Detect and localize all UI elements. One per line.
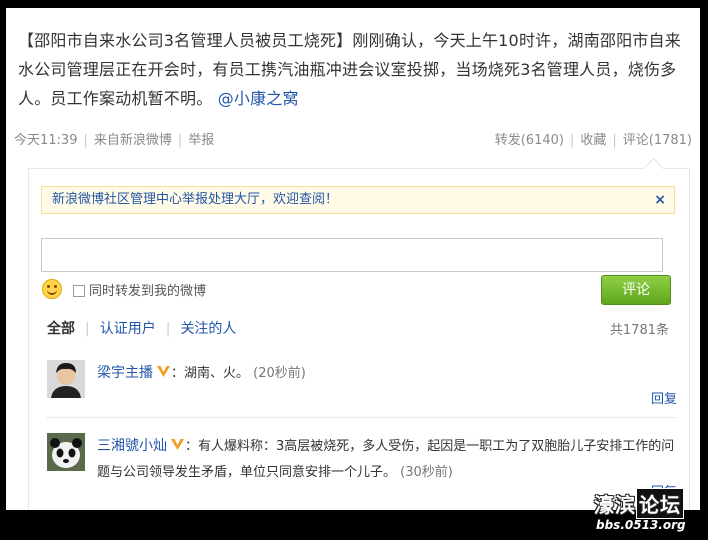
repost-checkbox-label[interactable]: 同时转发到我的微博 [89,280,206,299]
post-meta: 今天11:39 | 来自新浪微博 | 举报 转发(6140) | 收藏 | 评论(1781) [14,129,692,151]
submit-comment-button[interactable]: 评论 [601,275,671,305]
vip-badge-icon[interactable] [170,437,185,452]
avatar[interactable] [47,433,85,471]
forum-watermark: 濠滨 论坛 bbs.0513.org [594,488,702,540]
comment-user[interactable]: 三湘號小灿 [97,438,167,454]
tab-following[interactable]: 关注的人 [180,318,236,338]
comment-panel: 新浪微博社区管理中心举报处理大厅，欢迎查阅！ × 同时转发到我的微博 评论 全部… [28,157,690,510]
report-link[interactable]: 举报 [188,129,214,148]
tab-verified[interactable]: 认证用户 [100,318,156,338]
comment-input[interactable] [41,238,663,272]
watermark-name-b: 论坛 [636,488,684,519]
comment-filter-tabs: 全部 | 认证用户 | 关注的人 [47,318,236,338]
comment-item: 梁宇主播 ：湖南、火。 (20秒前) 回复 [47,360,677,420]
comment-divider [47,417,677,418]
reply-link[interactable]: 回复 [651,388,677,407]
post-time[interactable]: 今天11:39 [14,129,77,148]
weibo-page: 【邵阳市自来水公司3名管理人员被员工烧死】刚刚确认，今天上午10时许，湖南邵阳市… [6,8,700,510]
watermark-name-a: 濠滨 [594,493,636,517]
mention-link[interactable]: @小康之窝 [218,89,299,108]
watermark-url: bbs.0513.org [596,518,686,532]
comment-user[interactable]: 梁宇主播 [97,365,153,381]
comment-link[interactable]: 评论(1781) [623,129,692,148]
close-icon[interactable]: × [654,187,666,213]
post-content: 【邵阳市自来水公司3名管理人员被员工烧死】刚刚确认，今天上午10时许，湖南邵阳市… [18,26,686,113]
notice-bar[interactable]: 新浪微博社区管理中心举报处理大厅，欢迎查阅！ × [41,186,675,214]
tab-all[interactable]: 全部 [47,318,75,338]
comment-body: 梁宇主播 ：湖南、火。 (20秒前) [97,360,677,387]
repost-link[interactable]: 转发(6140) [495,129,564,148]
favorite-link[interactable]: 收藏 [580,129,606,148]
comment-item: 三湘號小灿 ：有人爆料称：3高层被烧死，多人受伤，起因是一职工为了双胞胎儿子安排工… [47,433,677,510]
comment-text: ：湖南、火。 [171,366,250,381]
comment-time: (20秒前) [253,366,306,381]
comment-count: 共1781条 [609,323,669,338]
post-source[interactable]: 来自新浪微博 [94,129,172,148]
post-text: 【邵阳市自来水公司3名管理人员被员工烧死】刚刚确认，今天上午10时许，湖南邵阳市… [18,31,681,108]
comment-time: (30秒前) [400,465,453,480]
panel-arrow [642,157,665,180]
repost-checkbox[interactable] [73,285,85,297]
comment-body: 三湘號小灿 ：有人爆料称：3高层被烧死，多人受伤，起因是一职工为了双胞胎儿子安排工… [97,433,677,486]
smiley-icon[interactable] [42,279,62,299]
notice-text[interactable]: 新浪微博社区管理中心举报处理大厅，欢迎查阅！ [52,192,338,207]
vip-badge-icon[interactable] [156,364,171,379]
avatar[interactable] [47,360,85,398]
